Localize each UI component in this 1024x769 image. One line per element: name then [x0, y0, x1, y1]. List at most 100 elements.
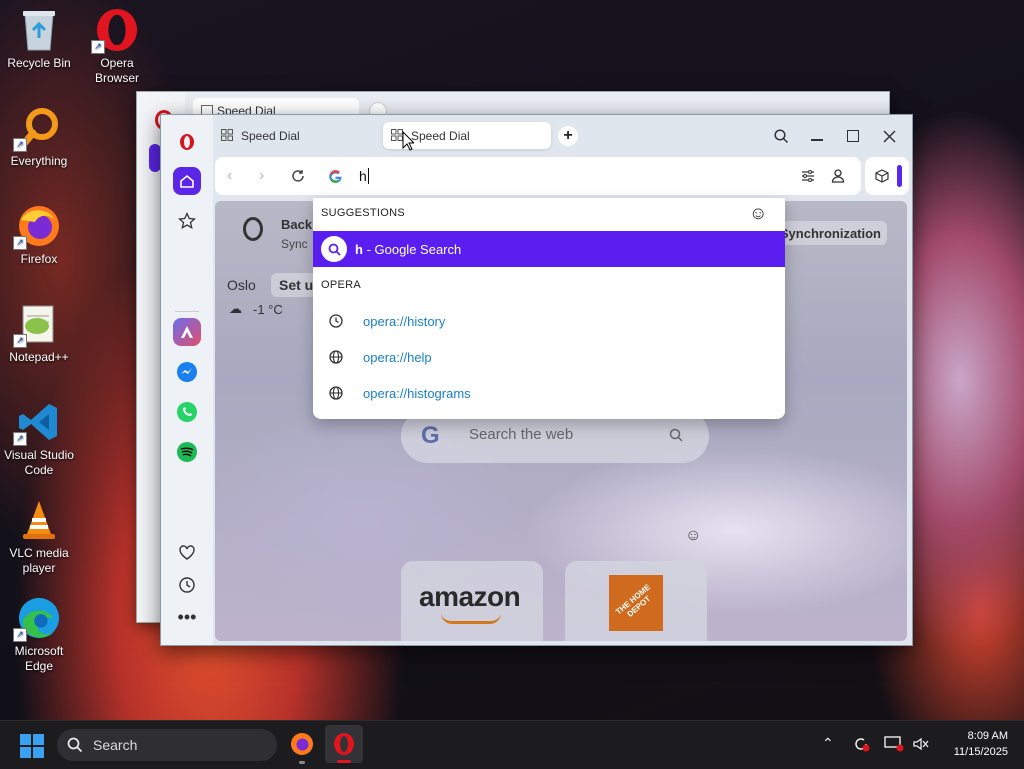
shortcut-arrow-icon: ↗: [13, 236, 27, 250]
search-icon: [67, 737, 83, 753]
desktop-icon-edge[interactable]: ↗ Microsoft Edge: [0, 596, 79, 674]
chevron-up-icon[interactable]: ⌃: [822, 735, 834, 752]
home-depot-logo-icon: THE HOME DEPOT: [609, 575, 663, 631]
windows-logo-icon: [20, 734, 44, 758]
clock-time: 8:09 AM: [967, 730, 1008, 742]
home-icon: [180, 174, 194, 188]
google-g-icon: G: [421, 422, 440, 449]
suggestions-header: SUGGESTIONS: [321, 207, 405, 219]
clock-icon: [329, 314, 343, 328]
amazon-smile-icon: [441, 613, 501, 624]
weather-setup-button[interactable]: Set u: [271, 273, 317, 297]
address-input[interactable]: h: [359, 168, 369, 184]
minimize-button[interactable]: [806, 125, 828, 147]
close-icon: [882, 129, 896, 143]
desktop-icon-vlc[interactable]: VLC media player: [0, 498, 79, 576]
tab-label: Speed Dial: [241, 128, 300, 143]
opera-suggestion-history[interactable]: opera://history: [313, 303, 785, 339]
notepadpp-icon: ↗: [13, 302, 61, 348]
heart-icon: [179, 545, 195, 560]
more-button[interactable]: •••: [173, 603, 201, 631]
opera-suggestion-histograms[interactable]: opera://histograms: [313, 375, 785, 411]
easy-setup-icon[interactable]: [801, 169, 815, 183]
weather-setup-label: Set u: [279, 277, 314, 293]
vscode-icon: ↗: [13, 400, 61, 446]
desktop-icon-label: VLC media player: [9, 546, 69, 575]
spotify-icon: [177, 442, 197, 462]
sidebar-divider: [175, 311, 199, 312]
address-bar: ‹ › h: [215, 157, 861, 195]
messenger-button[interactable]: [173, 358, 201, 386]
opera-account-icon: [243, 217, 263, 241]
desktop-icon-firefox[interactable]: ↗ Firefox: [0, 204, 79, 267]
history-button[interactable]: [173, 571, 201, 599]
maximize-icon: [847, 130, 859, 142]
address-suggestions-dropdown: SUGGESTIONS ☺ h - Google Search OPERA op…: [313, 198, 785, 419]
desktop-icon-label: Everything: [10, 154, 68, 168]
tab-label: Speed Dial: [411, 128, 470, 143]
sync-alert-icon[interactable]: [852, 735, 870, 753]
opera-header: OPERA: [321, 279, 362, 291]
home-button[interactable]: [173, 167, 201, 195]
accent-bar: [897, 165, 902, 187]
speed-dial-grid-icon: [221, 129, 233, 141]
speed-dial-tile-amazon[interactable]: amazon: [401, 561, 543, 641]
tile-label: amazon: [419, 581, 521, 612]
account-title: Back: [281, 217, 313, 232]
desktop-icon-notepadpp[interactable]: ↗ Notepad++: [0, 302, 79, 365]
smiley-icon[interactable]: ☺: [749, 203, 767, 224]
aria-button[interactable]: [173, 318, 201, 346]
everything-search-icon: ↗: [13, 106, 61, 152]
back-arrow-icon[interactable]: ‹: [227, 167, 232, 185]
extensions-button[interactable]: [865, 157, 909, 195]
plus-icon: +: [563, 127, 573, 144]
favorites-button[interactable]: [173, 539, 201, 567]
shortcut-arrow-icon: ↗: [13, 334, 27, 348]
taskbar-search-box[interactable]: Search: [57, 729, 277, 761]
tab-speed-dial-1[interactable]: Speed Dial: [213, 122, 373, 149]
tab-search-button[interactable]: [770, 125, 792, 147]
new-tab-button[interactable]: +: [558, 126, 578, 146]
forward-arrow-icon[interactable]: ›: [259, 167, 264, 185]
weather-temp: -1 °C: [253, 302, 283, 317]
ellipsis-icon: •••: [177, 606, 197, 627]
opera-menu-logo-icon[interactable]: [179, 133, 195, 156]
opera-icon: [334, 733, 354, 755]
tile-label: THE HOME DEPOT: [614, 582, 653, 619]
search-placeholder: Search the web: [469, 426, 574, 443]
taskbar-firefox-button[interactable]: [285, 727, 319, 764]
taskbar: Search ⌃ 8:09 AM 11/15/2025: [0, 720, 1024, 769]
suggestion-suffix: - Google Search: [362, 241, 462, 257]
active-indicator: [337, 760, 351, 763]
desktop-icon-everything[interactable]: ↗ Everything: [0, 106, 79, 169]
reload-icon[interactable]: [291, 169, 305, 183]
firefox-icon: ↗: [13, 204, 61, 250]
maximize-button[interactable]: [842, 125, 864, 147]
desktop-icon-recycle-bin[interactable]: Recycle Bin: [0, 8, 79, 71]
globe-icon: [329, 386, 343, 400]
whatsapp-button[interactable]: [173, 398, 201, 426]
clock-area[interactable]: 8:09 AM 11/15/2025: [936, 728, 1008, 760]
monitor-alert-icon[interactable]: [884, 735, 904, 753]
taskbar-search-label: Search: [93, 737, 138, 753]
spotify-button[interactable]: [173, 438, 201, 466]
close-button[interactable]: [878, 125, 900, 147]
sync-label: Synchronization: [779, 225, 881, 241]
bookmarks-button[interactable]: [173, 207, 201, 235]
cube-icon: [875, 169, 889, 183]
desktop-icon-vscode[interactable]: ↗ Visual Studio Code: [0, 400, 79, 478]
opera-suggestion-help[interactable]: opera://help: [313, 339, 785, 375]
synchronization-button[interactable]: Synchronization: [779, 221, 887, 245]
edge-icon: ↗: [13, 596, 61, 642]
minimize-icon: [811, 139, 823, 141]
taskbar-opera-button[interactable]: [325, 725, 363, 763]
google-icon: [329, 170, 342, 183]
account-icon[interactable]: [831, 168, 845, 183]
customize-smiley-icon[interactable]: ☺: [685, 527, 701, 545]
google-search-suggestion[interactable]: h - Google Search: [313, 231, 785, 267]
desktop-icon-opera[interactable]: ↗ Opera Browser: [77, 8, 157, 86]
shortcut-arrow-icon: ↗: [13, 138, 27, 152]
speed-dial-tile-home-depot[interactable]: THE HOME DEPOT: [565, 561, 707, 641]
volume-muted-icon[interactable]: [912, 736, 930, 752]
start-button[interactable]: [20, 734, 44, 758]
